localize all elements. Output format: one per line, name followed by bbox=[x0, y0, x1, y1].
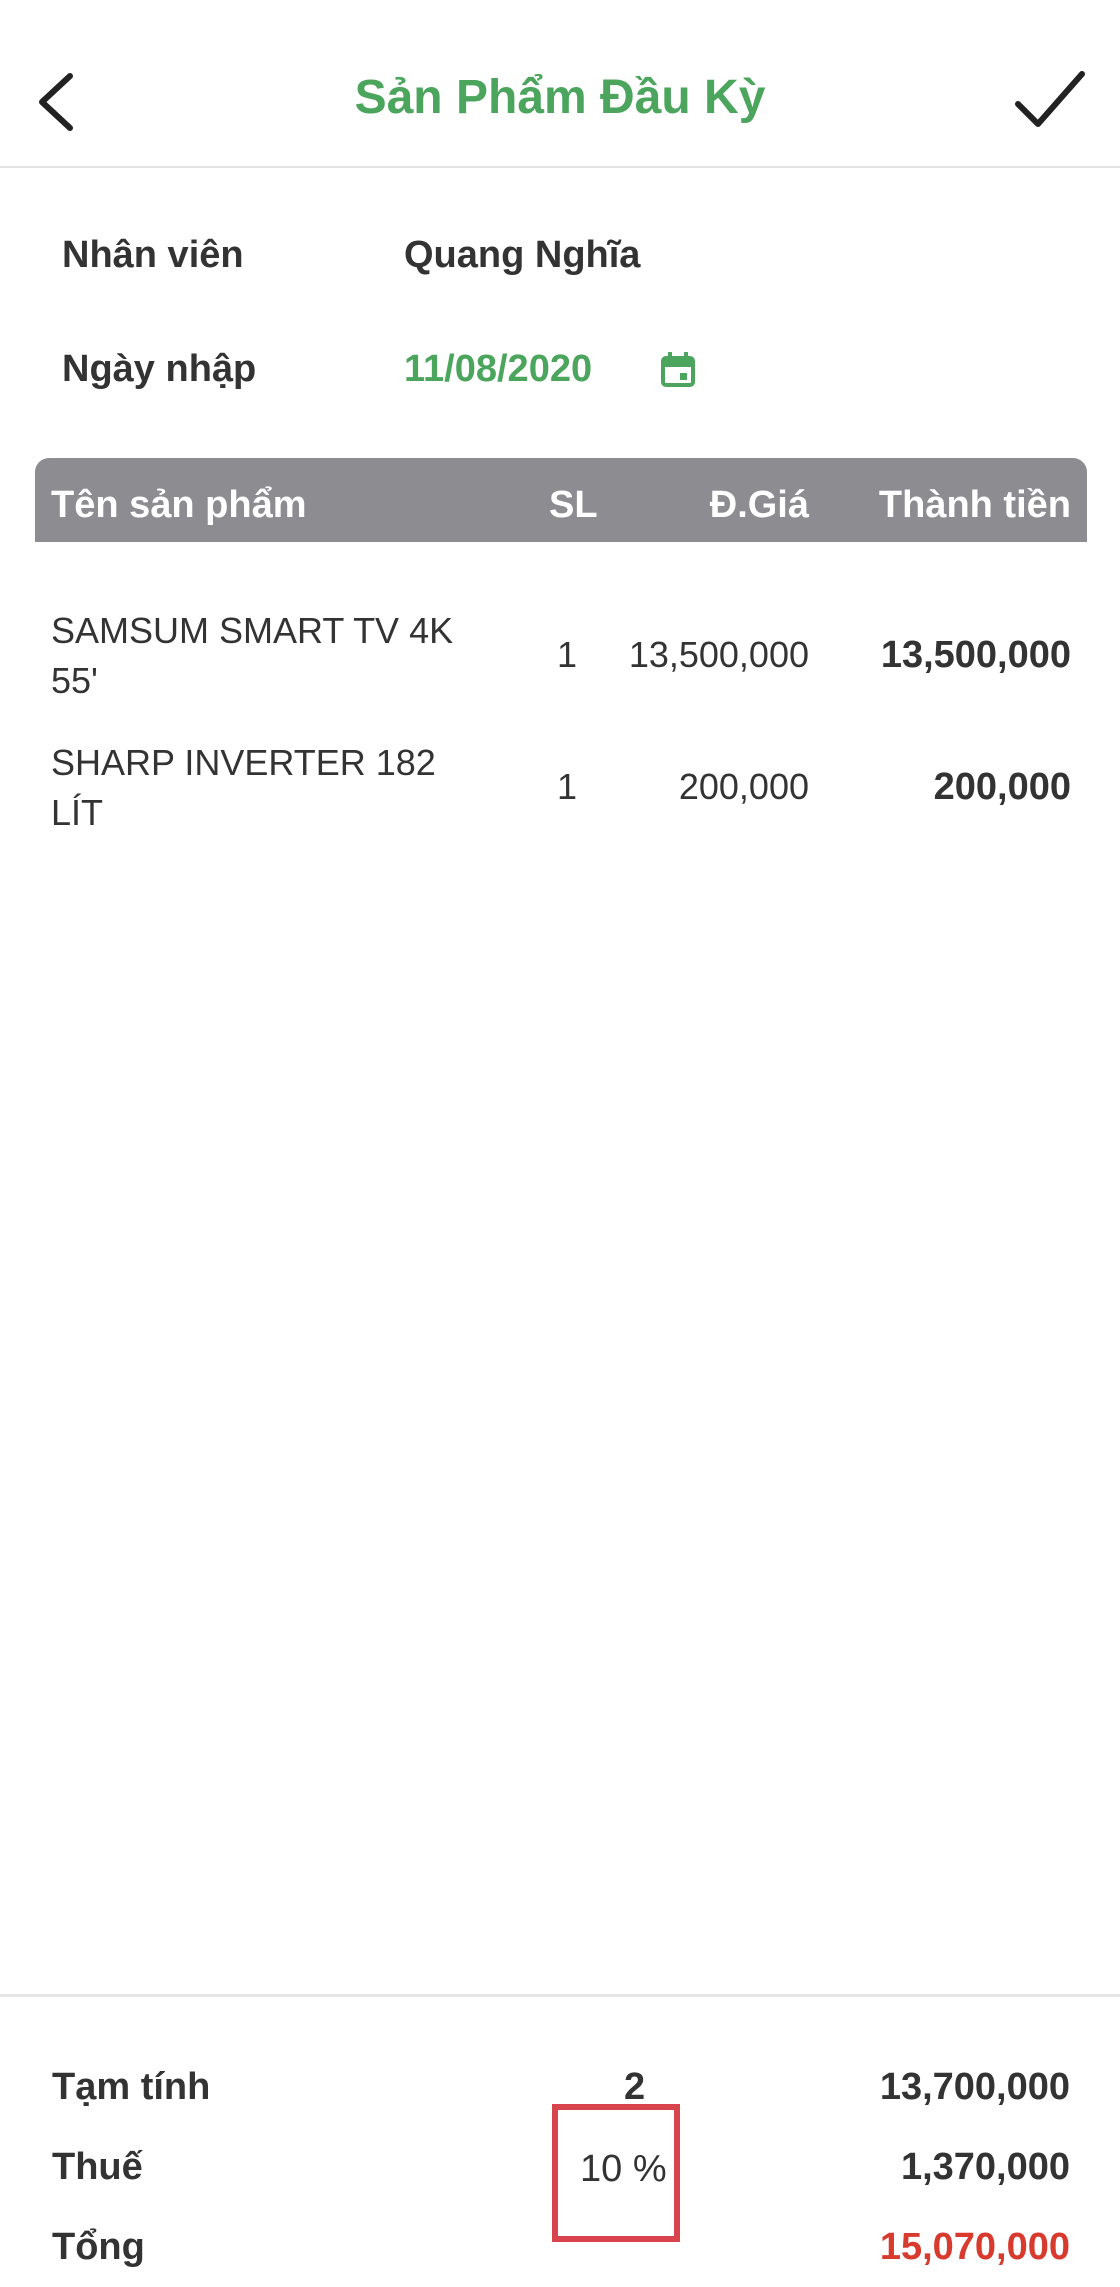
subtotal-value: 13,700,000 bbox=[879, 2066, 1070, 2108]
subtotal-label: Tạm tính bbox=[52, 2066, 211, 2108]
checkmark-icon bbox=[1015, 71, 1085, 127]
employee-label: Nhân viên bbox=[62, 234, 244, 276]
product-price: 200,000 bbox=[678, 766, 809, 807]
product-qty: 1 bbox=[557, 634, 578, 675]
confirm-button[interactable] bbox=[1012, 62, 1088, 138]
footer-divider bbox=[0, 1994, 1120, 1997]
product-name: SHARP INVERTER 182 LÍT bbox=[51, 742, 436, 833]
column-header-price: Đ.Giá bbox=[709, 484, 809, 526]
employee-value: Quang Nghĩa bbox=[404, 234, 641, 276]
product-price: 13,500,000 bbox=[628, 634, 809, 675]
column-header-total: Thành tiền bbox=[878, 484, 1071, 526]
page-title: Sản Phẩm Đầu Kỳ bbox=[354, 71, 766, 124]
tax-label: Thuế bbox=[52, 2146, 143, 2188]
total-label: Tổng bbox=[52, 2226, 145, 2268]
table-header: Tên sản phẩm SL Đ.Giá Thành tiền bbox=[35, 458, 1087, 542]
product-qty: 1 bbox=[557, 766, 578, 807]
table-row[interactable]: SHARP INVERTER 182 LÍT 1 200,000 200,000 bbox=[35, 738, 1087, 858]
calendar-icon bbox=[661, 351, 695, 387]
product-total: 200,000 bbox=[933, 766, 1071, 808]
column-header-qty: SL bbox=[549, 484, 598, 526]
table-row[interactable]: SAMSUM SMART TV 4K 55' 1 13,500,000 13,5… bbox=[35, 606, 1087, 726]
app-header: Sản Phẩm Đầu Kỳ bbox=[0, 0, 1120, 168]
total-value: 15,070,000 bbox=[879, 2226, 1070, 2268]
tax-rate-input[interactable]: 10 % bbox=[580, 2148, 667, 2191]
subtotal-count: 2 bbox=[624, 2066, 646, 2108]
tax-value: 1,370,000 bbox=[900, 2146, 1070, 2188]
product-name: SAMSUM SMART TV 4K 55' bbox=[51, 610, 454, 701]
date-label: Ngày nhập bbox=[62, 348, 257, 390]
calendar-button[interactable] bbox=[660, 351, 696, 388]
product-total: 13,500,000 bbox=[880, 634, 1071, 676]
column-header-name: Tên sản phẩm bbox=[51, 484, 307, 526]
date-value[interactable]: 11/08/2020 bbox=[404, 348, 592, 391]
